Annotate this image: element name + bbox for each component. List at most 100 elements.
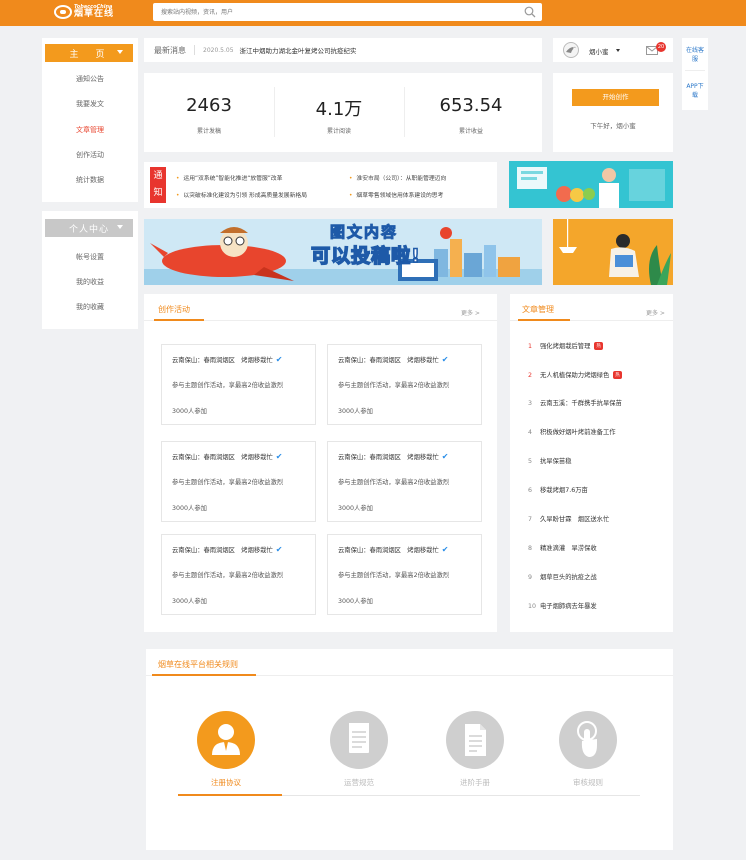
notice-item[interactable]: 淮安市局（公司）：从职能管理迈向	[349, 173, 446, 182]
article-item[interactable]: 8 精准滴灌 旱涝保收	[528, 543, 597, 552]
more-link[interactable]: 更多 >	[461, 308, 480, 317]
more-link[interactable]: 更多 >	[646, 308, 665, 317]
notice-item[interactable]: 烟草零售领域信用体系建设的思考	[349, 190, 443, 199]
sidebar-home-header[interactable]: 主 页	[45, 44, 133, 62]
activity-desc: 参与主题创作活动，享最高2倍收益激烈	[338, 479, 450, 486]
banner-headline-line1: 图文内容	[329, 223, 398, 242]
article-item[interactable]: 6 移栽烤烟7.6万亩	[528, 485, 588, 494]
activity-card[interactable]: 云南保山：春雨润烟区 烤烟移栽忙 ✔ 参与主题创作活动，享最高2倍收益激烈 300…	[327, 441, 482, 522]
sidebar-personal-header[interactable]: 个人中心	[45, 219, 133, 237]
sidebar-personal: 个人中心 帐号设置 我的收益 我的收藏	[42, 211, 138, 329]
sidebar-item-favorites[interactable]: 我的收藏	[42, 302, 138, 312]
activity-count: 3000人参加	[172, 598, 207, 605]
notepad-icon	[330, 711, 388, 769]
username[interactable]: 烟小蜜	[589, 46, 609, 56]
sidebar-item-activities[interactable]: 创作活动	[42, 150, 138, 160]
activity-card[interactable]: 云南保山：春雨润烟区 烤烟移栽忙 ✔ 参与主题创作活动，享最高2倍收益激烈 300…	[161, 534, 316, 615]
article-rank: 6	[528, 487, 533, 494]
article-item[interactable]: 1 强化烤烟栽后管理热	[528, 341, 603, 350]
health-promo-image[interactable]	[509, 161, 673, 208]
activity-title: 云南保山：春雨润烟区 烤烟移栽忙	[172, 547, 273, 554]
stat-label: 累计阅读	[326, 128, 351, 135]
activity-desc: 参与主题创作活动，享最高2倍收益激烈	[172, 572, 284, 579]
divider	[194, 45, 195, 55]
rule-tab-operations[interactable]: 运营规范	[329, 711, 389, 787]
activity-title: 云南保山：春雨润烟区 烤烟移栽忙	[338, 357, 439, 364]
user-panel: 烟小蜜 20	[553, 38, 673, 62]
search-icon[interactable]	[524, 6, 536, 18]
start-creating-button[interactable]: 开始创作	[572, 89, 659, 106]
active-underline	[518, 319, 570, 321]
activity-title: 云南保山：春雨润烟区 烤烟移栽忙	[172, 454, 273, 461]
online-service-tab[interactable]: 在线客服	[684, 46, 706, 64]
notice-tag: 通知	[150, 167, 166, 203]
sidebar-item-notices[interactable]: 通知公告	[42, 74, 138, 84]
rules-section-title: 烟草在线平台相关规则	[158, 660, 238, 669]
rule-tab-label: 进阶手册	[460, 778, 490, 787]
activity-card[interactable]: 云南保山：春雨润烟区 烤烟移栽忙 ✔ 参与主题创作活动，享最高2倍收益激烈 300…	[327, 344, 482, 425]
activity-desc: 参与主题创作活动，享最高2倍收益激烈	[172, 382, 284, 389]
notice-panel: 通知 运用“双系统”智能化推进“放管服”改革 淮安市局（公司）：从职能管理迈向 …	[144, 162, 497, 208]
chevron-down-icon	[117, 50, 123, 54]
article-item[interactable]: 10 电子烟肺病去年暴发	[528, 601, 597, 610]
article-item[interactable]: 5 抗旱保苗稳	[528, 456, 571, 465]
touch-icon	[559, 711, 617, 769]
activity-count: 3000人参加	[172, 505, 207, 512]
platform-rules-panel: 烟草在线平台相关规则 注册协议 运营规范 进阶手册 审核规则	[146, 649, 673, 850]
person-icon	[197, 711, 255, 769]
creation-activities-panel: 创作活动 更多 > 云南保山：春雨润烟区 烤烟移栽忙 ✔ 参与主题创作活动，享最高…	[144, 294, 497, 632]
rule-tab-review[interactable]: 审核规则	[558, 711, 618, 787]
activity-count: 3000人参加	[338, 408, 373, 415]
activity-card[interactable]: 云南保山：春雨润烟区 烤烟移栽忙 ✔ 参与主题创作活动，享最高2倍收益激烈 300…	[161, 441, 316, 522]
article-item[interactable]: 9 烟草巨头的抗疫之战	[528, 572, 597, 581]
article-title: 强化烤烟栽后管理	[540, 343, 591, 350]
reading-promo-image[interactable]	[553, 219, 673, 285]
divider	[685, 70, 705, 71]
activity-card[interactable]: 云南保山：春雨润烟区 烤烟移栽忙 ✔ 参与主题创作活动，享最高2倍收益激烈 300…	[161, 344, 316, 425]
logo-chinese: 烟草在线	[74, 9, 115, 19]
active-underline	[178, 794, 282, 796]
app-download-tab[interactable]: APP下载	[684, 82, 706, 100]
activity-card[interactable]: 云南保山：春雨润烟区 烤烟移栽忙 ✔ 参与主题创作活动，享最高2倍收益激烈 300…	[327, 534, 482, 615]
avatar[interactable]	[563, 42, 579, 58]
notice-item[interactable]: 以突破标准化建设为引领 形成高质量发展新格局	[176, 190, 307, 199]
article-title: 抗旱保苗稳	[540, 458, 572, 465]
stat-value: 4.1万	[315, 99, 363, 120]
news-title-link[interactable]: 浙江中烟助力湖北金叶复烤公司抗疫纪实	[240, 45, 357, 55]
sidebar-item-earnings[interactable]: 我的收益	[42, 277, 138, 287]
article-title: 积极做好烟叶烤前准备工作	[540, 429, 616, 436]
sidebar-item-statistics[interactable]: 统计数据	[42, 175, 138, 185]
article-title: 电子烟肺病去年暴发	[540, 603, 597, 610]
activity-desc: 参与主题创作活动，享最高2倍收益激烈	[338, 382, 450, 389]
article-item[interactable]: 2 无人机植保助力烤烟绿色热	[528, 370, 622, 379]
site-logo[interactable]: TobaccoChina 烟草在线	[54, 3, 116, 21]
article-rank: 8	[528, 545, 533, 552]
avatar-bird-icon	[566, 46, 576, 53]
sidebar-home-title: 主 页	[69, 49, 109, 60]
floating-side-tabs: 在线客服 APP下载	[682, 38, 708, 110]
start-panel: 开始创作 下午好，烟小蜜	[553, 73, 673, 152]
rule-tab-handbook[interactable]: 进阶手册	[445, 711, 505, 787]
chevron-down-icon[interactable]	[616, 49, 620, 52]
article-rank: 9	[528, 574, 533, 581]
stat-label: 累计发稿	[196, 128, 221, 135]
verified-check-icon: ✔	[275, 545, 283, 554]
sidebar-item-post[interactable]: 我要发文	[42, 99, 138, 109]
article-item[interactable]: 3 云南玉溪：千群携手抗旱保苗	[528, 398, 622, 407]
activity-title: 云南保山：春雨润烟区 烤烟移栽忙	[338, 547, 439, 554]
article-item[interactable]: 4 积极做好烟叶烤前准备工作	[528, 427, 616, 436]
activity-desc: 参与主题创作活动，享最高2倍收益激烈	[172, 479, 284, 486]
sidebar-item-account[interactable]: 帐号设置	[42, 252, 138, 262]
sidebar-main: 主 页 通知公告 我要发文 文章管理 创作活动 统计数据	[42, 38, 138, 202]
submission-banner[interactable]: 图文内容 可以投稿啦!	[144, 219, 542, 285]
article-item[interactable]: 7 久旱盼甘霖 烟区送水忙	[528, 514, 609, 523]
sidebar-item-articles[interactable]: 文章管理	[42, 125, 138, 135]
article-rank: 4	[528, 429, 533, 436]
article-rank: 3	[528, 400, 533, 407]
article-rank: 5	[528, 458, 533, 465]
rule-tab-label: 注册协议	[211, 778, 241, 787]
notice-item[interactable]: 运用“双系统”智能化推进“放管服”改革	[176, 173, 282, 182]
stat-value: 2463	[186, 95, 232, 116]
rule-tab-registration[interactable]: 注册协议	[196, 711, 256, 787]
search-input[interactable]	[153, 3, 493, 21]
